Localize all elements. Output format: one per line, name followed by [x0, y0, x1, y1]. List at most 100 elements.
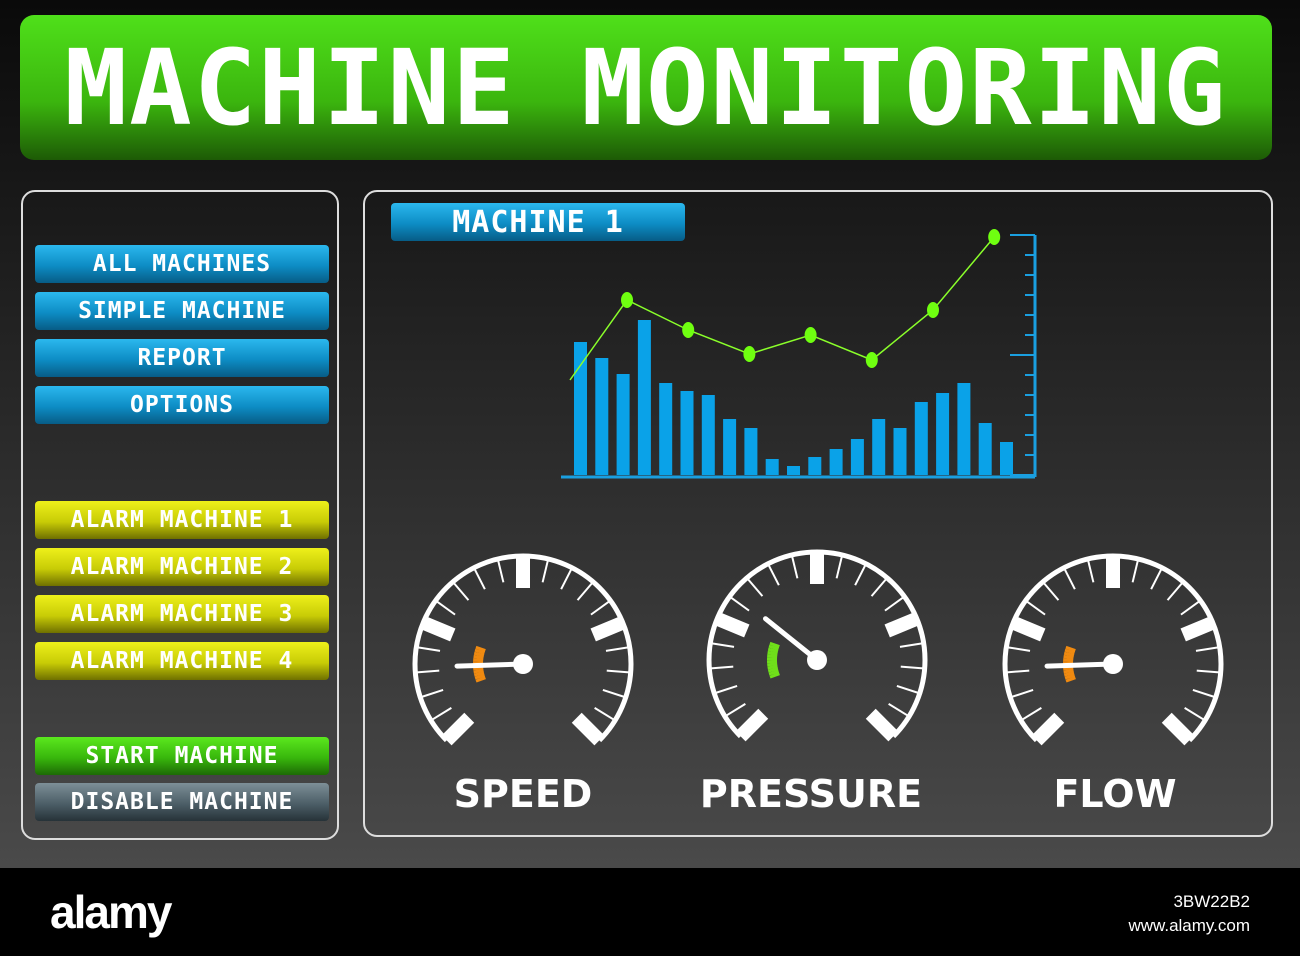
trend-point [865, 352, 878, 368]
trend-point [988, 229, 1001, 245]
gauge-tick [416, 646, 441, 652]
screen: MACHINE MONITORING ALL MACHINES SIMPLE M… [0, 0, 1300, 868]
bar [808, 457, 822, 475]
bar [893, 428, 907, 475]
bar [574, 342, 587, 475]
gauge-zone-mark [1063, 654, 1074, 660]
gauge-tick [1131, 558, 1140, 583]
title-bar: MACHINE MONITORING [20, 15, 1272, 160]
simple-machine-button[interactable]: SIMPLE MACHINE [35, 292, 329, 330]
gauge-tick [602, 689, 627, 699]
gauge-tick [1063, 567, 1076, 590]
bar [829, 449, 843, 475]
disable-machine-button[interactable]: DISABLE MACHINE [35, 783, 329, 821]
site-url: www.alamy.com [1128, 916, 1250, 935]
gauge-tick [496, 558, 505, 583]
bar [680, 391, 694, 475]
bar [659, 383, 673, 475]
machine-panel: MACHINE 1 SPEED PRESSURE FLOW [363, 190, 1273, 837]
trend-point [743, 346, 756, 362]
gauge-zone-mark [767, 664, 778, 670]
bar [701, 395, 715, 475]
gauge-zone-mark [473, 666, 484, 671]
gauge-tick [896, 685, 921, 695]
bar [744, 428, 758, 475]
page-title: MACHINE MONITORING [64, 26, 1228, 149]
gauge-tick [746, 577, 764, 597]
gauge-tick [606, 669, 631, 674]
gauge-zone-mark [767, 650, 778, 656]
gauge-zone-mark [1063, 668, 1074, 674]
gauge-tick [713, 685, 738, 695]
gauge-tick [1166, 581, 1184, 601]
gauge-zone-mark [1063, 666, 1074, 671]
bar [595, 358, 609, 475]
gauge-tick [1006, 646, 1031, 652]
gauge-tick [729, 595, 750, 612]
bar [1000, 442, 1013, 475]
gauge-tick [1192, 689, 1217, 699]
gauge-tick [888, 703, 910, 718]
gauge-label-speed: SPEED [453, 772, 593, 816]
options-button[interactable]: OPTIONS [35, 386, 329, 424]
gauge-zone-mark [473, 668, 484, 674]
gauge-tick [865, 708, 899, 742]
gauge-tick [435, 599, 456, 616]
bar [872, 419, 886, 475]
gauge-zone-mark [1063, 657, 1074, 662]
bar [936, 393, 950, 475]
bar [723, 419, 737, 475]
gauge-tick [594, 707, 616, 722]
bar [637, 320, 651, 475]
gauge-tick [835, 554, 844, 579]
trend-point [927, 302, 939, 318]
bar [957, 383, 971, 475]
gauge-tick [1009, 689, 1034, 699]
alarm-machine-2-button[interactable]: ALARM MACHINE 2 [35, 548, 329, 586]
gauge-tick [710, 642, 735, 648]
bar [978, 423, 992, 475]
gauge-tick [870, 577, 888, 597]
gauge-tick [1196, 669, 1221, 674]
report-button[interactable]: REPORT [35, 339, 329, 377]
gauge-tick [1180, 616, 1216, 642]
alarm-machine-4-button[interactable]: ALARM MACHINE 4 [35, 642, 329, 680]
gauge-tick [854, 563, 867, 586]
bar [616, 374, 630, 475]
start-machine-button[interactable]: START MACHINE [35, 737, 329, 775]
image-id: 3BW22B2 [1173, 892, 1250, 911]
trend-point [621, 292, 633, 308]
gauge-tick [884, 595, 905, 612]
gauge-tick [590, 599, 611, 616]
gauge-tick [767, 563, 780, 586]
trend-point [804, 327, 817, 343]
footer-id: 3BW22B2 www.alamy.com [1128, 890, 1250, 938]
gauge-tick [430, 707, 452, 722]
bar [787, 466, 800, 475]
gauge-tick [473, 567, 486, 590]
gauge-hub [513, 654, 533, 674]
gauge-tick [724, 703, 746, 718]
gauge-tick [899, 642, 924, 648]
gauge-tick [884, 612, 920, 638]
gauge-zone-mark [767, 662, 778, 667]
gauge-zone-mark [473, 657, 484, 662]
machine-chart [412, 229, 1224, 746]
gauge-tick [1161, 712, 1195, 746]
alarm-machine-3-button[interactable]: ALARM MACHINE 3 [35, 595, 329, 633]
gauge-zone-mark [767, 653, 778, 658]
gauge-tick [1020, 707, 1042, 722]
gauge-tick [441, 712, 475, 746]
all-machines-button[interactable]: ALL MACHINES [35, 245, 329, 283]
gauge-tick [541, 558, 550, 583]
gauge-tick [1031, 712, 1065, 746]
gauge-tick [419, 689, 444, 699]
gauge-label-flow: FLOW [1053, 772, 1177, 816]
gauge-tick [1086, 558, 1095, 583]
gauge-tick [1042, 581, 1060, 601]
gauge-tick [900, 665, 925, 670]
alarm-machine-1-button[interactable]: ALARM MACHINE 1 [35, 501, 329, 539]
gauge-tick [1180, 599, 1201, 616]
sidebar: ALL MACHINES SIMPLE MACHINE REPORT OPTIO… [21, 190, 339, 840]
gauge-tick [1184, 707, 1206, 722]
